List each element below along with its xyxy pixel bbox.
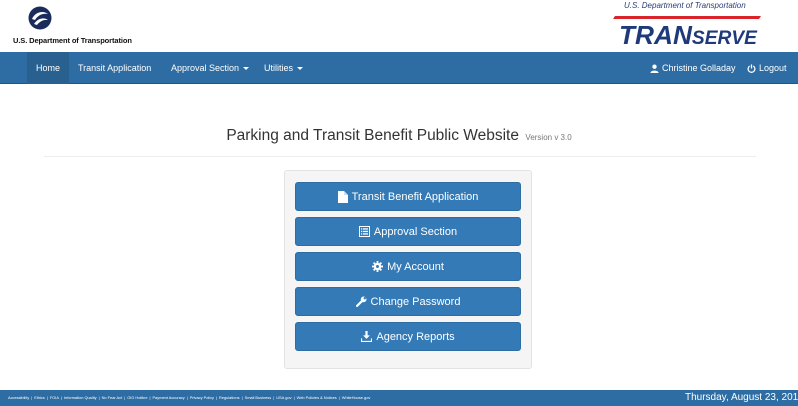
- nav-utilities-label: Utilities: [264, 63, 294, 73]
- footer-link[interactable]: Small Business: [245, 395, 272, 400]
- wrench-icon: [355, 296, 366, 307]
- footer-link[interactable]: FOIA: [50, 395, 59, 400]
- nav-approval-section-dropdown[interactable]: Approval Section: [162, 52, 258, 84]
- approval-section-label: Approval Section: [373, 225, 458, 238]
- footer-separator: |: [216, 395, 218, 400]
- my-account-button[interactable]: My Account: [295, 252, 521, 281]
- page-title-row: Parking and Transit Benefit Public Websi…: [0, 127, 798, 145]
- footer-separator: |: [46, 395, 48, 400]
- nav-home[interactable]: Home: [27, 52, 70, 84]
- transerve-logo-text: TRANSERVE: [619, 20, 758, 46]
- footer-links: Accessibility | Ethics | FOIA | Information Qu…: [8, 390, 370, 406]
- nav-user-account[interactable]: Christine Golladay: [641, 52, 745, 84]
- footer-separator: |: [273, 395, 275, 400]
- footer-link[interactable]: Web Policies & Notices: [297, 395, 337, 400]
- change-password-label: Change Password: [370, 295, 461, 308]
- title-divider: [44, 156, 756, 157]
- agency-reports-label: Agency Reports: [376, 330, 455, 343]
- dot-agency-name: U.S. Department of Transportation: [13, 36, 132, 45]
- footer-link[interactable]: Regulations: [219, 395, 240, 400]
- footer-link[interactable]: Information Quality: [64, 395, 97, 400]
- nav-logout[interactable]: Logout: [738, 52, 796, 84]
- footer-separator: |: [241, 395, 243, 400]
- transit-benefit-application-label: Transit Benefit Application: [351, 190, 479, 203]
- power-icon: [747, 64, 756, 74]
- site-header: U.S. Department of Transportation U.S. D…: [0, 0, 798, 52]
- transerve-logo: TRANSERVE: [613, 16, 761, 46]
- footer-link[interactable]: No Fear Act: [102, 395, 123, 400]
- footer-separator: |: [293, 395, 295, 400]
- gear-icon: [372, 261, 384, 272]
- nav-transit-application-label: Transit Application: [78, 63, 152, 73]
- caret-down-icon: [243, 67, 250, 71]
- footer-link[interactable]: Privacy Policy: [190, 395, 214, 400]
- footer-link[interactable]: WhiteHouse.gov: [342, 395, 371, 400]
- footer-separator: |: [186, 395, 188, 400]
- transit-benefit-application-button[interactable]: Transit Benefit Application: [295, 182, 521, 211]
- page-title: Parking and Transit Benefit Public Websi…: [226, 127, 519, 144]
- footer-separator: |: [149, 395, 151, 400]
- user-icon: [650, 64, 659, 74]
- footer-separator: |: [31, 395, 33, 400]
- footer-separator: |: [60, 395, 62, 400]
- footer-date: Thursday, August 23, 201: [685, 392, 798, 403]
- nav-user-name: Christine Golladay: [662, 63, 736, 73]
- nav-transit-application[interactable]: Transit Application: [69, 52, 160, 84]
- footer-separator: |: [98, 395, 100, 400]
- footer-link[interactable]: Ethics: [34, 395, 45, 400]
- list-icon: [358, 226, 370, 237]
- file-icon: [337, 190, 348, 203]
- main-navbar: Home Transit Application Approval Sectio…: [0, 52, 798, 84]
- download-icon: [361, 331, 373, 342]
- nav-approval-section-label: Approval Section: [171, 63, 240, 73]
- footer-link[interactable]: OIG Hotline: [127, 395, 147, 400]
- footer-separator: |: [124, 395, 126, 400]
- change-password-button[interactable]: Change Password: [295, 287, 521, 316]
- footer-link[interactable]: Payment Accuracy: [153, 395, 185, 400]
- my-account-label: My Account: [387, 260, 444, 273]
- nav-logout-label: Logout: [759, 63, 787, 73]
- agency-reports-button[interactable]: Agency Reports: [295, 322, 521, 351]
- footer-link[interactable]: USA.gov: [276, 395, 291, 400]
- transerve-superscript: U.S. Department of Transportation: [624, 1, 746, 10]
- nav-home-label: Home: [36, 63, 61, 73]
- approval-section-button[interactable]: Approval Section: [295, 217, 521, 246]
- version-label: Version v 3.0: [525, 133, 572, 142]
- nav-utilities-dropdown[interactable]: Utilities: [255, 52, 312, 84]
- footer-link[interactable]: Accessibility: [8, 395, 29, 400]
- caret-down-icon: [297, 67, 304, 71]
- dot-logo-icon: [28, 6, 52, 30]
- site-footer: Accessibility | Ethics | FOIA | Information Qu…: [0, 390, 798, 406]
- footer-separator: |: [338, 395, 340, 400]
